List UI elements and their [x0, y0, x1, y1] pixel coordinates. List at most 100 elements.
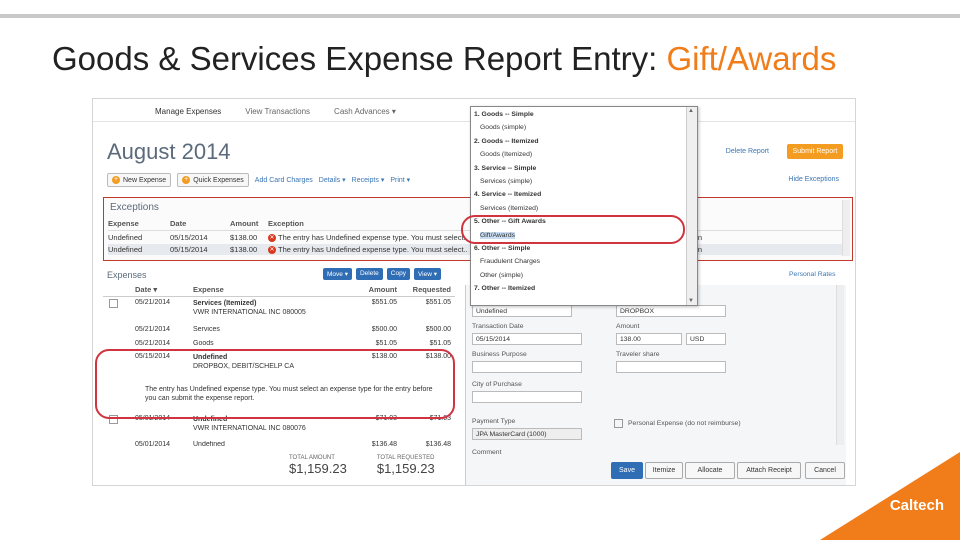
- dropdown-option[interactable]: Fraudulent Charges: [480, 258, 540, 265]
- save-button[interactable]: Save: [611, 462, 643, 479]
- col-date: Date: [170, 219, 187, 228]
- exception-message: The entry has Undefined expense type. Yo…: [278, 233, 468, 242]
- exceptions-scrollbar[interactable]: [842, 200, 850, 256]
- dropdown-option[interactable]: Goods (simple): [480, 124, 526, 131]
- col-date[interactable]: Date ▾: [135, 285, 193, 294]
- total-requested-value: $1,159.23: [376, 461, 435, 476]
- business-purpose-label: Business Purpose: [472, 351, 527, 358]
- plus-icon: +: [112, 176, 120, 184]
- quick-expenses-label: Quick Expenses: [193, 176, 244, 184]
- new-expense-label: New Expense: [123, 176, 167, 184]
- receipts-menu[interactable]: Receipts ▾: [352, 176, 385, 184]
- expenses-title: Expenses: [107, 270, 147, 280]
- top-rule: [0, 14, 960, 18]
- payment-type-select[interactable]: JPA MasterCard (1000): [472, 428, 582, 440]
- col-expense: Expense: [108, 219, 139, 228]
- dropdown-group-header: 4. Service -- Itemized: [474, 191, 542, 199]
- copy-button[interactable]: Copy: [386, 268, 410, 280]
- quick-expenses-button[interactable]: + Quick Expenses: [177, 173, 249, 187]
- expense-type-select[interactable]: Undefined: [472, 305, 572, 317]
- slide-title-main: Goods & Services Expense Report Entry:: [52, 40, 658, 77]
- traveler-share-field[interactable]: [616, 361, 726, 373]
- slide-title-accent: Gift/Awards: [666, 40, 837, 77]
- expense-form: Undefined DROPBOX Transaction Date 05/15…: [465, 285, 846, 485]
- print-menu[interactable]: Print ▾: [390, 176, 410, 184]
- expenses-header: Date ▾ Expense Amount Requested: [103, 283, 455, 297]
- submit-report-button[interactable]: Submit Report: [787, 144, 843, 159]
- col-amount: Amount: [230, 219, 259, 228]
- expense-requested: $551.05: [425, 299, 451, 306]
- expense-type-dropdown[interactable]: 1. Goods -- Simple Goods (simple) 2. Goods…: [470, 106, 698, 306]
- expense-row[interactable]: 05/01/2014 Undefined $136.48 $136.48: [103, 441, 455, 448]
- col-exception: Exception: [268, 219, 304, 228]
- report-toolbar: + New Expense + Quick Expenses Add Card Ch…: [107, 173, 410, 187]
- dropdown-option[interactable]: Services (simple): [480, 178, 532, 185]
- delete-report-link[interactable]: Delete Report: [726, 148, 769, 155]
- itemize-button[interactable]: Itemize: [645, 462, 683, 479]
- expense-type: Undefined: [193, 441, 225, 448]
- row-checkbox[interactable]: [109, 299, 118, 308]
- exception-date: 05/15/2014: [170, 233, 208, 242]
- move-button[interactable]: Move ▾: [323, 268, 352, 280]
- amount-field[interactable]: 138.00: [616, 333, 682, 345]
- concur-screenshot: Manage Expenses View Transactions Cash A…: [92, 98, 856, 486]
- report-title: August 2014: [107, 139, 231, 164]
- nav-manage-expenses[interactable]: Manage Expenses: [155, 107, 221, 121]
- view-button[interactable]: View ▾: [413, 268, 441, 280]
- nav-view-transactions[interactable]: View Transactions: [245, 107, 310, 121]
- expense-row[interactable]: 05/21/2014 Goods $51.05 $51.05: [103, 340, 455, 347]
- transaction-date-field[interactable]: 05/15/2014: [472, 333, 582, 345]
- scroll-up-icon[interactable]: ▲: [688, 108, 694, 114]
- exceptions-title: Exceptions: [110, 202, 159, 213]
- caltech-logo: Caltech: [889, 497, 944, 514]
- expense-date: 05/21/2014: [135, 326, 171, 333]
- dropdown-option[interactable]: Goods (Itemized): [480, 151, 532, 158]
- nav-cash-advances[interactable]: Cash Advances ▾: [334, 107, 396, 121]
- business-purpose-field[interactable]: [472, 361, 582, 373]
- dropdown-group-header: 1. Goods -- Simple: [474, 111, 534, 118]
- dropdown-option[interactable]: Other (simple): [480, 272, 523, 279]
- currency-select[interactable]: USD: [686, 333, 726, 345]
- details-menu[interactable]: Details ▾: [319, 176, 346, 184]
- exception-date: 05/15/2014: [170, 245, 208, 254]
- dropdown-group-header: 7. Other -- Itemized: [474, 285, 536, 293]
- exception-amount: $138.00: [230, 245, 258, 254]
- expense-type: Goods: [193, 340, 214, 347]
- brand-corner: [820, 452, 960, 540]
- total-requested: TOTAL REQUESTED $1,159.23: [377, 455, 435, 476]
- vendor-field[interactable]: DROPBOX: [616, 305, 726, 317]
- error-icon: ✕: [268, 245, 276, 254]
- expense-amount: $51.05: [375, 340, 397, 347]
- expense-date: 05/01/2014: [135, 441, 171, 448]
- expense-vendor: VWR INTERNATIONAL INC 080005: [193, 309, 306, 316]
- form-scrollbar[interactable]: [836, 285, 844, 445]
- new-expense-button[interactable]: + New Expense: [107, 173, 172, 187]
- comment-label: Comment: [472, 449, 502, 456]
- col-expense: Expense: [193, 285, 224, 294]
- expense-row[interactable]: 05/21/2014 Services (Itemized) VWR INTERN…: [103, 299, 455, 317]
- personal-expense-label: Personal Expense (do not reimburse): [628, 420, 741, 427]
- hide-exceptions-link[interactable]: Hide Exceptions: [788, 176, 839, 183]
- undefined-row-highlight: [95, 349, 455, 419]
- expense-type: Services (Itemized) VWR INTERNATIONAL INC…: [193, 299, 343, 317]
- city-label: City of Purchase: [472, 381, 522, 388]
- dropdown-scrollbar[interactable]: ▲ ▼: [686, 107, 697, 305]
- dropdown-option[interactable]: Services (Itemized): [480, 205, 538, 212]
- allocate-button[interactable]: Allocate: [685, 462, 735, 479]
- personal-expense-checkbox[interactable]: [614, 419, 623, 428]
- personal-rates-link[interactable]: Personal Rates: [789, 271, 835, 278]
- add-card-charges-link[interactable]: Add Card Charges: [255, 177, 313, 184]
- dropdown-group-header: 6. Other -- Simple: [474, 245, 531, 252]
- col-amount: Amount: [368, 285, 397, 294]
- scroll-down-icon[interactable]: ▼: [688, 298, 694, 304]
- payment-type-label: Payment Type: [472, 418, 516, 425]
- exception-expense: Undefined: [108, 233, 143, 242]
- exception-amount: $138.00: [230, 233, 258, 242]
- city-field[interactable]: [472, 391, 582, 403]
- expense-row[interactable]: 05/21/2014 Services $500.00 $500.00: [103, 326, 455, 333]
- attach-receipt-button[interactable]: Attach Receipt: [737, 462, 801, 479]
- error-icon: ✕: [268, 233, 276, 242]
- expense-type-label: Services (Itemized): [193, 300, 257, 307]
- expense-amount: $136.48: [371, 441, 397, 448]
- delete-button[interactable]: Delete: [355, 268, 383, 280]
